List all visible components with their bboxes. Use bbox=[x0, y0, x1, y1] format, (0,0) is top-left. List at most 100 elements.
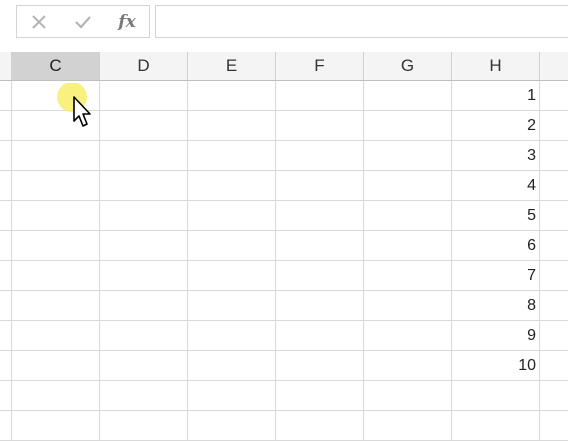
cell-partial[interactable] bbox=[0, 381, 12, 411]
cell-h-3[interactable]: 3 bbox=[452, 141, 540, 171]
cell-d-4[interactable] bbox=[100, 171, 188, 201]
cell-f-12[interactable] bbox=[276, 411, 364, 441]
column-header-next[interactable] bbox=[540, 52, 568, 80]
cell-f-2[interactable] bbox=[276, 111, 364, 141]
cell-g-1[interactable] bbox=[364, 81, 452, 111]
cell-e-5[interactable] bbox=[188, 201, 276, 231]
cell-d-8[interactable] bbox=[100, 291, 188, 321]
cell-partial[interactable] bbox=[0, 171, 12, 201]
cell-f-6[interactable] bbox=[276, 231, 364, 261]
cell-d-7[interactable] bbox=[100, 261, 188, 291]
cell-e-9[interactable] bbox=[188, 321, 276, 351]
cell-g-10[interactable] bbox=[364, 351, 452, 381]
cell-partial[interactable] bbox=[0, 261, 12, 291]
cell-partial[interactable] bbox=[0, 231, 12, 261]
cell-d-2[interactable] bbox=[100, 111, 188, 141]
cell-h-2[interactable]: 2 bbox=[452, 111, 540, 141]
cell-g-9[interactable] bbox=[364, 321, 452, 351]
cell-partial[interactable] bbox=[0, 81, 12, 111]
cell-e-10[interactable] bbox=[188, 351, 276, 381]
cell-c-11[interactable] bbox=[12, 381, 100, 411]
cell-partial[interactable] bbox=[0, 291, 12, 321]
cell-e-6[interactable] bbox=[188, 231, 276, 261]
cell-g-11[interactable] bbox=[364, 381, 452, 411]
cell-d-12[interactable] bbox=[100, 411, 188, 441]
cell-partial[interactable] bbox=[540, 231, 568, 261]
cell-d-3[interactable] bbox=[100, 141, 188, 171]
cell-partial[interactable] bbox=[540, 111, 568, 141]
cell-e-8[interactable] bbox=[188, 291, 276, 321]
cell-partial[interactable] bbox=[540, 321, 568, 351]
cell-partial[interactable] bbox=[0, 321, 12, 351]
cell-partial[interactable] bbox=[0, 351, 12, 381]
cell-partial[interactable] bbox=[0, 141, 12, 171]
cell-d-5[interactable] bbox=[100, 201, 188, 231]
cell-g-5[interactable] bbox=[364, 201, 452, 231]
cell-partial[interactable] bbox=[0, 201, 12, 231]
column-header-g[interactable]: G bbox=[364, 52, 452, 80]
cell-h-6[interactable]: 6 bbox=[452, 231, 540, 261]
cell-h-5[interactable]: 5 bbox=[452, 201, 540, 231]
cell-f-5[interactable] bbox=[276, 201, 364, 231]
check-icon[interactable] bbox=[63, 6, 103, 37]
x-icon[interactable] bbox=[19, 6, 59, 37]
cell-e-2[interactable] bbox=[188, 111, 276, 141]
cell-h-4[interactable]: 4 bbox=[452, 171, 540, 201]
cell-d-9[interactable] bbox=[100, 321, 188, 351]
cell-partial[interactable] bbox=[0, 411, 12, 441]
cell-f-8[interactable] bbox=[276, 291, 364, 321]
cell-partial[interactable] bbox=[540, 201, 568, 231]
column-header-e[interactable]: E bbox=[188, 52, 276, 80]
cell-partial[interactable] bbox=[0, 111, 12, 141]
cell-c-3[interactable] bbox=[12, 141, 100, 171]
cell-c-12[interactable] bbox=[12, 411, 100, 441]
cell-partial[interactable] bbox=[540, 81, 568, 111]
cell-f-4[interactable] bbox=[276, 171, 364, 201]
cell-d-6[interactable] bbox=[100, 231, 188, 261]
column-header-f[interactable]: F bbox=[276, 52, 364, 80]
cell-partial[interactable] bbox=[540, 171, 568, 201]
formula-input[interactable] bbox=[155, 5, 568, 38]
cell-e-11[interactable] bbox=[188, 381, 276, 411]
cell-c-8[interactable] bbox=[12, 291, 100, 321]
cell-c-4[interactable] bbox=[12, 171, 100, 201]
insert-function-button[interactable]: fx bbox=[107, 6, 147, 37]
column-header-h[interactable]: H bbox=[452, 52, 540, 80]
cell-e-3[interactable] bbox=[188, 141, 276, 171]
cell-g-7[interactable] bbox=[364, 261, 452, 291]
cell-partial[interactable] bbox=[540, 291, 568, 321]
cell-h-12[interactable] bbox=[452, 411, 540, 441]
cell-h-10[interactable]: 10 bbox=[452, 351, 540, 381]
cell-d-1[interactable] bbox=[100, 81, 188, 111]
cell-g-2[interactable] bbox=[364, 111, 452, 141]
cell-f-3[interactable] bbox=[276, 141, 364, 171]
cell-d-11[interactable] bbox=[100, 381, 188, 411]
cell-f-10[interactable] bbox=[276, 351, 364, 381]
cell-partial[interactable] bbox=[540, 351, 568, 381]
cell-h-8[interactable]: 8 bbox=[452, 291, 540, 321]
cell-f-7[interactable] bbox=[276, 261, 364, 291]
cell-c-10[interactable] bbox=[12, 351, 100, 381]
column-header-c[interactable]: C bbox=[12, 52, 100, 80]
cell-e-12[interactable] bbox=[188, 411, 276, 441]
cell-h-9[interactable]: 9 bbox=[452, 321, 540, 351]
cell-f-9[interactable] bbox=[276, 321, 364, 351]
cell-e-4[interactable] bbox=[188, 171, 276, 201]
column-header-d[interactable]: D bbox=[100, 52, 188, 80]
cell-g-12[interactable] bbox=[364, 411, 452, 441]
cell-partial[interactable] bbox=[540, 411, 568, 441]
cell-partial[interactable] bbox=[540, 381, 568, 411]
cell-h-1[interactable]: 1 bbox=[452, 81, 540, 111]
cell-partial[interactable] bbox=[540, 261, 568, 291]
cell-c-7[interactable] bbox=[12, 261, 100, 291]
cell-d-10[interactable] bbox=[100, 351, 188, 381]
cell-c-9[interactable] bbox=[12, 321, 100, 351]
cell-f-1[interactable] bbox=[276, 81, 364, 111]
cell-g-3[interactable] bbox=[364, 141, 452, 171]
cell-partial[interactable] bbox=[540, 141, 568, 171]
cell-c-5[interactable] bbox=[12, 201, 100, 231]
cell-h-11[interactable] bbox=[452, 381, 540, 411]
cell-e-7[interactable] bbox=[188, 261, 276, 291]
cell-h-7[interactable]: 7 bbox=[452, 261, 540, 291]
cell-g-4[interactable] bbox=[364, 171, 452, 201]
